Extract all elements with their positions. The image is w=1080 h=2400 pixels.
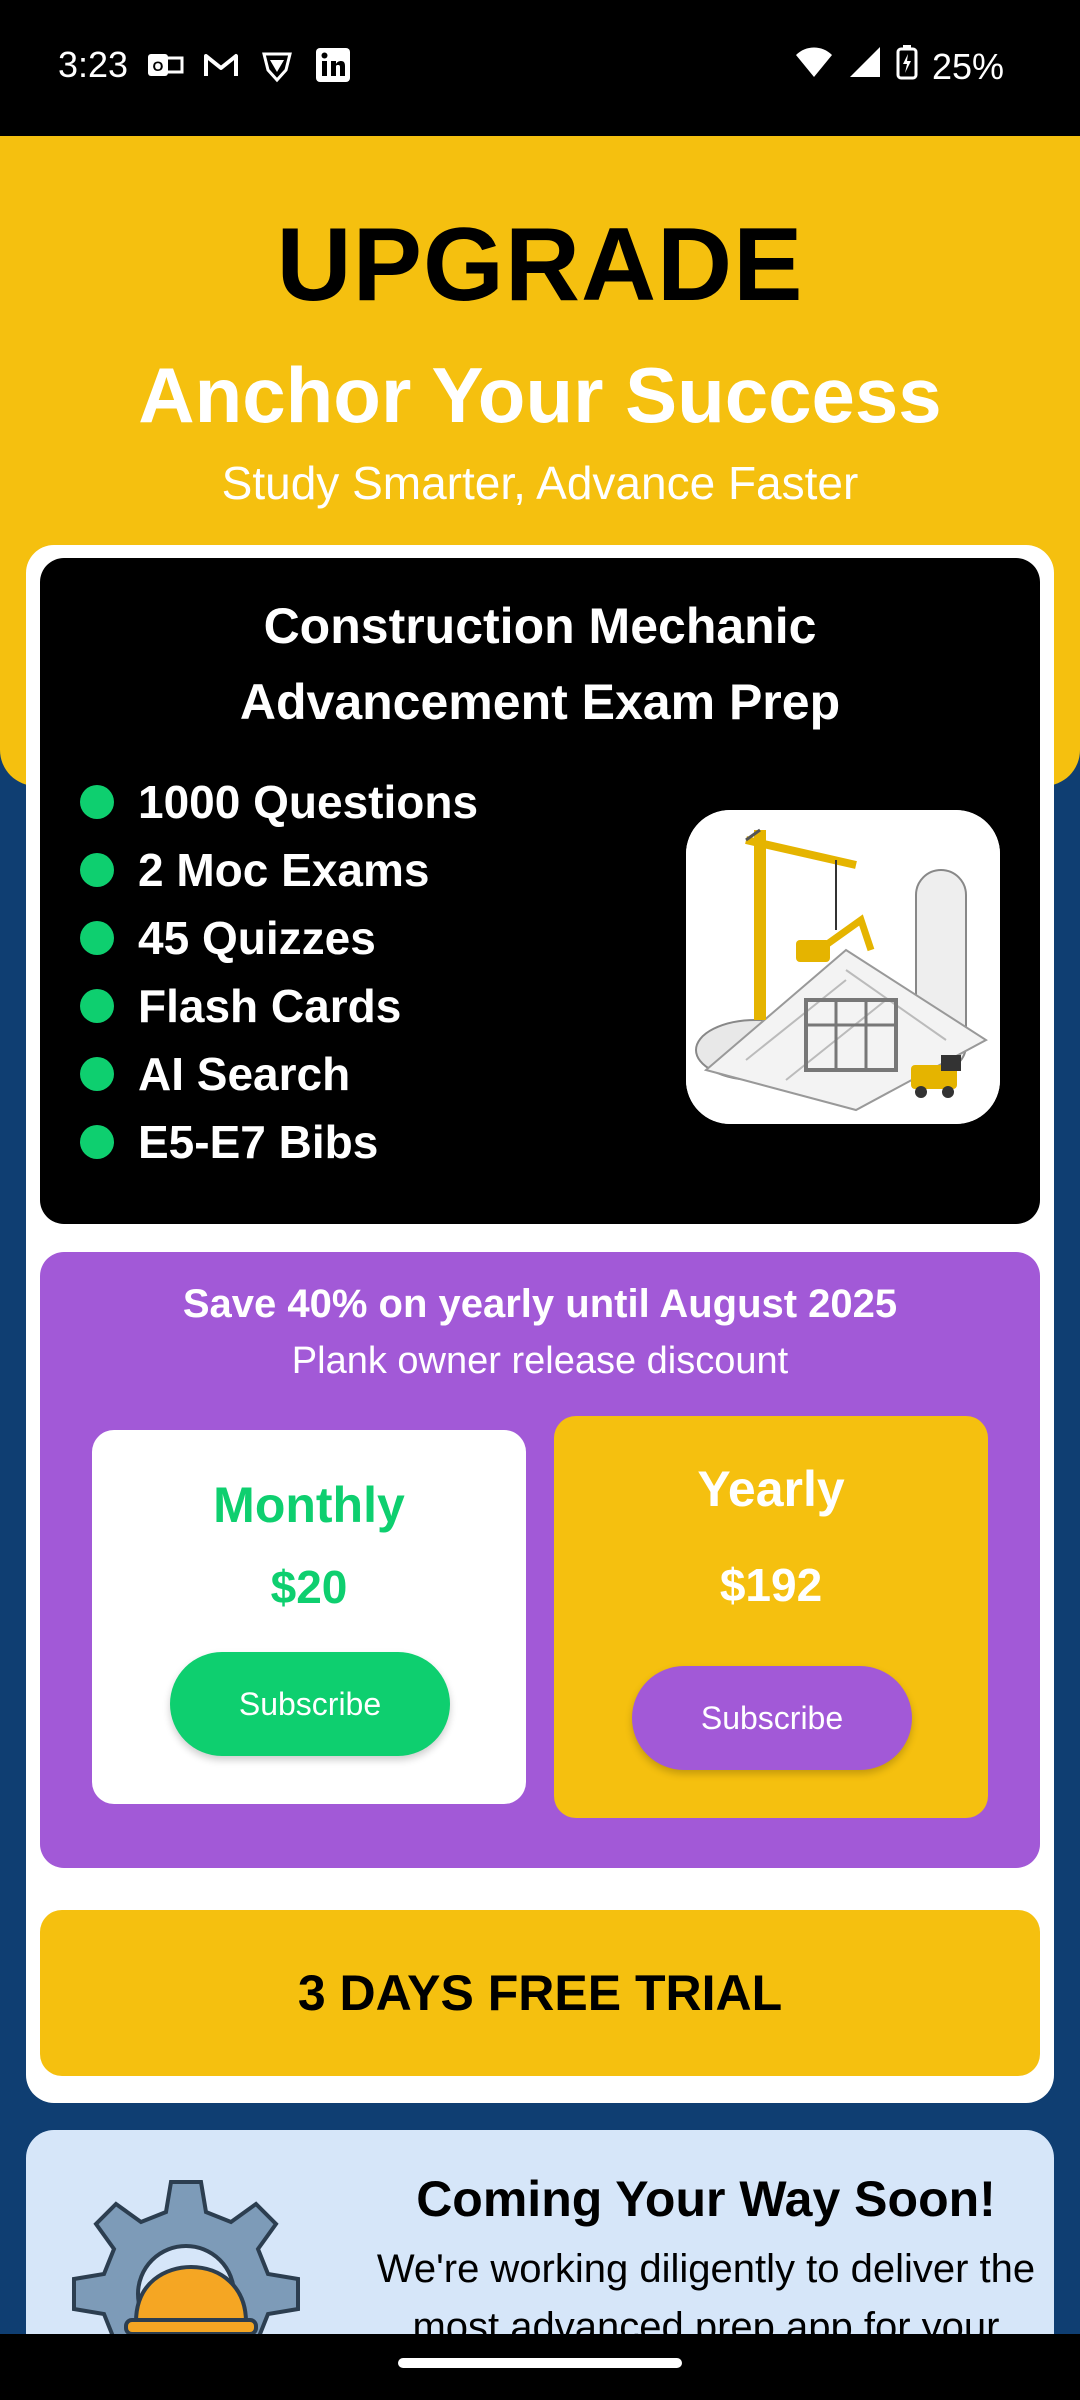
battery-charging-icon bbox=[896, 44, 918, 89]
plan-card-yearly[interactable]: Yearly $192 Subscribe bbox=[554, 1416, 988, 1818]
feature-item: 2 Moc Exams bbox=[80, 836, 478, 904]
feature-item: AI Search bbox=[80, 1040, 478, 1108]
notification-icons: O bbox=[146, 46, 352, 84]
signal-icon bbox=[848, 45, 882, 88]
feature-label: 1000 Questions bbox=[138, 776, 479, 828]
pricing-panel: Save 40% on yearly until August 2025 Pla… bbox=[40, 1252, 1040, 1868]
system-status: 25% bbox=[794, 44, 1004, 89]
bullet-dot-icon bbox=[80, 853, 114, 887]
feature-label: 45 Quizzes bbox=[138, 912, 376, 964]
feature-label: AI Search bbox=[138, 1048, 351, 1100]
feature-label: 2 Moc Exams bbox=[138, 844, 430, 896]
plan-name: Yearly bbox=[697, 1461, 845, 1517]
feature-item: E5-E7 Bibs bbox=[80, 1108, 478, 1176]
bullet-dot-icon bbox=[80, 1125, 114, 1159]
plan-card-monthly[interactable]: Monthly $20 Subscribe bbox=[92, 1430, 526, 1804]
bullet-dot-icon bbox=[80, 989, 114, 1023]
bullet-dot-icon bbox=[80, 921, 114, 955]
plan-price: $20 bbox=[270, 1561, 348, 1613]
plan-name: Monthly bbox=[213, 1477, 405, 1533]
coming-soon-title: Coming Your Way Soon! bbox=[416, 2171, 996, 2227]
product-title-line1: Construction Mechanic bbox=[263, 598, 817, 654]
promo-title: Save 40% on yearly until August 2025 bbox=[182, 1282, 898, 1326]
navigation-bar bbox=[0, 2334, 1080, 2400]
product-panel: Construction Mechanic Advancement Exam P… bbox=[40, 558, 1040, 1224]
bullet-dot-icon bbox=[80, 785, 114, 819]
tagline: Anchor Your Success bbox=[138, 351, 942, 439]
promo-subtitle: Plank owner release discount bbox=[291, 1340, 789, 1382]
wifi-icon bbox=[794, 45, 834, 88]
bullet-dot-icon bbox=[80, 1057, 114, 1091]
product-title: Construction Mechanic Advancement Exam P… bbox=[40, 588, 1040, 740]
feature-label: E5-E7 Bibs bbox=[138, 1116, 379, 1168]
construction-crane-blueprint-image bbox=[686, 810, 1000, 1124]
page-title: UPGRADE bbox=[276, 207, 804, 323]
feature-item: 1000 Questions bbox=[80, 768, 478, 836]
svg-text:O: O bbox=[153, 58, 164, 74]
subscribe-yearly-button[interactable]: Subscribe bbox=[632, 1666, 912, 1770]
gmail-icon bbox=[202, 46, 240, 84]
free-trial-button[interactable]: 3 DAYS FREE TRIAL bbox=[40, 1910, 1040, 2076]
home-gesture-handle[interactable] bbox=[398, 2358, 682, 2368]
battery-percent: 25% bbox=[931, 45, 1004, 87]
feature-item: Flash Cards bbox=[80, 972, 478, 1040]
status-bar: 3:23 O 25% bbox=[0, 0, 1080, 136]
vpn-shield-icon bbox=[258, 46, 296, 84]
plan-price: $192 bbox=[719, 1559, 823, 1611]
feature-item: 45 Quizzes bbox=[80, 904, 478, 972]
linkedin-icon bbox=[314, 46, 352, 84]
subtagline: Study Smarter, Advance Faster bbox=[221, 457, 859, 509]
feature-list: 1000 Questions 2 Moc Exams 45 Quizzes Fl… bbox=[80, 768, 478, 1176]
outlook-icon: O bbox=[146, 46, 184, 84]
status-time: 3:23 bbox=[58, 44, 129, 85]
feature-label: Flash Cards bbox=[138, 980, 402, 1032]
product-title-line2: Advancement Exam Prep bbox=[239, 674, 841, 730]
subscribe-monthly-button[interactable]: Subscribe bbox=[170, 1652, 450, 1756]
